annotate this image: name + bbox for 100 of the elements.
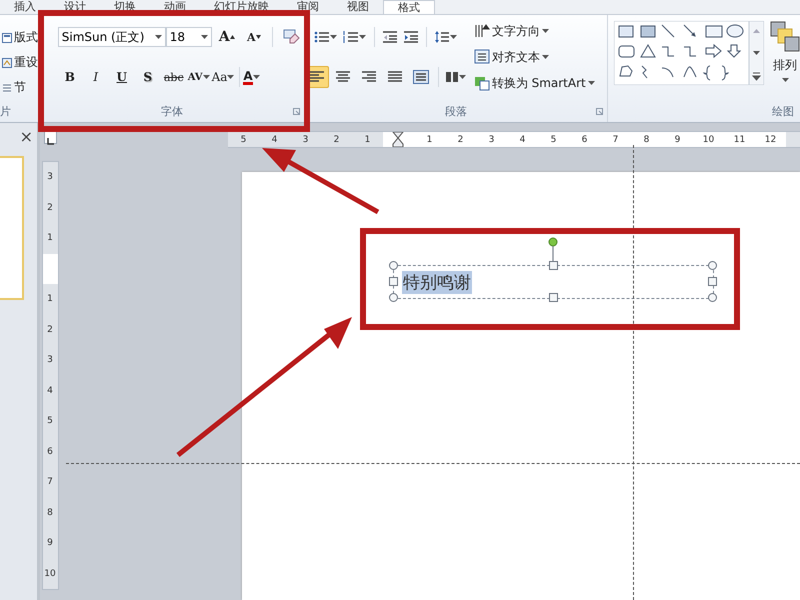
ruler-number: 1 xyxy=(46,293,54,306)
ruler-number: 3 xyxy=(46,354,54,367)
ruler-number: 1 xyxy=(426,134,434,144)
align-text-icon xyxy=(474,49,490,65)
bold-button[interactable]: B xyxy=(58,66,82,88)
ruler-number: 8 xyxy=(642,134,650,144)
dialog-launcher-icon[interactable] xyxy=(596,108,603,115)
align-command-button[interactable]: 对齐文本 xyxy=(474,47,595,67)
align-center-icon xyxy=(334,70,351,84)
ribbon-tab[interactable]: 插入 xyxy=(0,0,50,14)
ribbon-tab[interactable]: 格式 xyxy=(383,0,435,14)
group-label: 绘图 xyxy=(772,105,794,118)
caret-icon xyxy=(588,81,595,85)
group-label: 片 xyxy=(0,104,12,120)
shadow-button[interactable]: S xyxy=(136,66,160,88)
arrange-button[interactable]: 排列 xyxy=(770,21,800,104)
ribbon-tab[interactable]: 审阅 xyxy=(283,0,333,14)
ruler-number: 11 xyxy=(732,134,746,144)
increase-indent-icon xyxy=(402,30,419,44)
eraser-icon xyxy=(282,29,300,45)
caret-icon xyxy=(782,78,788,82)
shrink-font-button[interactable]: A xyxy=(242,26,266,48)
caret-icon xyxy=(459,75,466,79)
ruler-number: 2 xyxy=(332,134,340,144)
caret-up-icon xyxy=(230,35,235,39)
slide-thumbnail[interactable] xyxy=(0,156,24,300)
ruler-origin-mark xyxy=(42,254,58,284)
ruler-number: 9 xyxy=(46,537,54,550)
align-right-icon xyxy=(360,70,377,84)
ruler-number: 5 xyxy=(240,134,248,144)
text-direction-icon xyxy=(474,23,490,39)
caret-icon xyxy=(542,55,549,59)
vertical-guide[interactable] xyxy=(633,145,634,600)
group-label: 段落 xyxy=(444,105,467,118)
slide-command-button[interactable]: 节 xyxy=(2,79,38,96)
ruler-number: 1 xyxy=(364,134,372,144)
spacing-button[interactable]: AV xyxy=(188,66,203,88)
caret-icon xyxy=(330,35,338,39)
ruler-number: 1 xyxy=(46,232,54,245)
caret-icon xyxy=(154,35,162,39)
direction-command-button[interactable]: 文字方向 xyxy=(474,21,595,41)
ruler-number: 4 xyxy=(518,134,526,144)
text-box-text: 特别鸣谢 xyxy=(402,270,472,294)
ruler-number: 2 xyxy=(456,134,464,144)
caret-icon xyxy=(252,75,260,79)
font-name-dropdown[interactable]: SimSun (正文) xyxy=(58,27,166,47)
caret-icon xyxy=(202,75,210,79)
align-justify-icon xyxy=(386,70,403,84)
diagram-icon xyxy=(474,75,490,91)
ruler-number: 10 xyxy=(702,134,716,144)
caret-down-icon xyxy=(256,35,261,39)
dialog-launcher-icon[interactable] xyxy=(292,108,300,115)
caret-icon xyxy=(450,35,458,39)
slide-command-button[interactable]: 重设 xyxy=(2,54,38,71)
ruler-number: 4 xyxy=(270,134,278,144)
slide-command-button[interactable]: 版式 xyxy=(2,29,38,46)
ruler-number: 3 xyxy=(488,134,496,144)
ruler-number: 6 xyxy=(580,134,588,144)
align-distributed-icon xyxy=(412,70,429,84)
case-button[interactable]: Aa xyxy=(212,66,228,88)
grow-font-button[interactable]: A xyxy=(214,26,239,48)
tab-stop-icon[interactable] xyxy=(44,131,56,144)
horizontal-guide[interactable] xyxy=(66,463,800,464)
caret-icon xyxy=(542,29,549,33)
bullets-icon xyxy=(314,30,330,44)
caret-icon xyxy=(359,35,366,39)
line-spacing-icon xyxy=(434,30,450,44)
italic-button[interactable]: I xyxy=(84,66,108,88)
caret-icon xyxy=(227,75,234,79)
smartart-command-button[interactable]: 转换为 SmartArt xyxy=(474,73,595,93)
ruler-number: 9 xyxy=(674,134,682,144)
group-label: 字体 xyxy=(160,105,183,118)
resize-handle[interactable] xyxy=(548,293,558,302)
ruler-number: 10 xyxy=(43,568,57,580)
shape-gallery-drawing[interactable] xyxy=(614,21,764,85)
close-pane-button[interactable]: × xyxy=(20,129,33,145)
ruler-number: 6 xyxy=(46,446,54,458)
slide-command-icon xyxy=(2,32,12,42)
resize-handle[interactable] xyxy=(548,261,558,270)
ruler-number: 2 xyxy=(46,324,54,336)
ruler-number: 8 xyxy=(46,506,54,520)
decrease-indent-icon xyxy=(382,30,398,44)
ruler-number: 4 xyxy=(46,384,54,398)
ruler-number: 7 xyxy=(46,476,54,489)
columns-icon xyxy=(445,70,460,84)
ruler-number: 5 xyxy=(46,415,54,428)
slide-command-icon xyxy=(2,58,12,68)
font-size-dropdown[interactable]: 18 xyxy=(166,27,212,47)
ruler-number: 12 xyxy=(764,134,778,144)
ruler-number: 3 xyxy=(302,134,310,144)
ruler-number: 5 xyxy=(550,134,558,144)
align-left-icon xyxy=(308,70,325,84)
ribbon-tab[interactable]: 视图 xyxy=(333,0,383,14)
ruler-number: 3 xyxy=(46,171,54,184)
underline-button[interactable]: U xyxy=(110,66,134,88)
ruler-number: 2 xyxy=(46,202,54,214)
slide-command-icon xyxy=(2,82,12,92)
numbering-icon xyxy=(343,30,360,44)
strike-button[interactable]: abc xyxy=(162,66,186,88)
caret-icon xyxy=(200,35,208,39)
